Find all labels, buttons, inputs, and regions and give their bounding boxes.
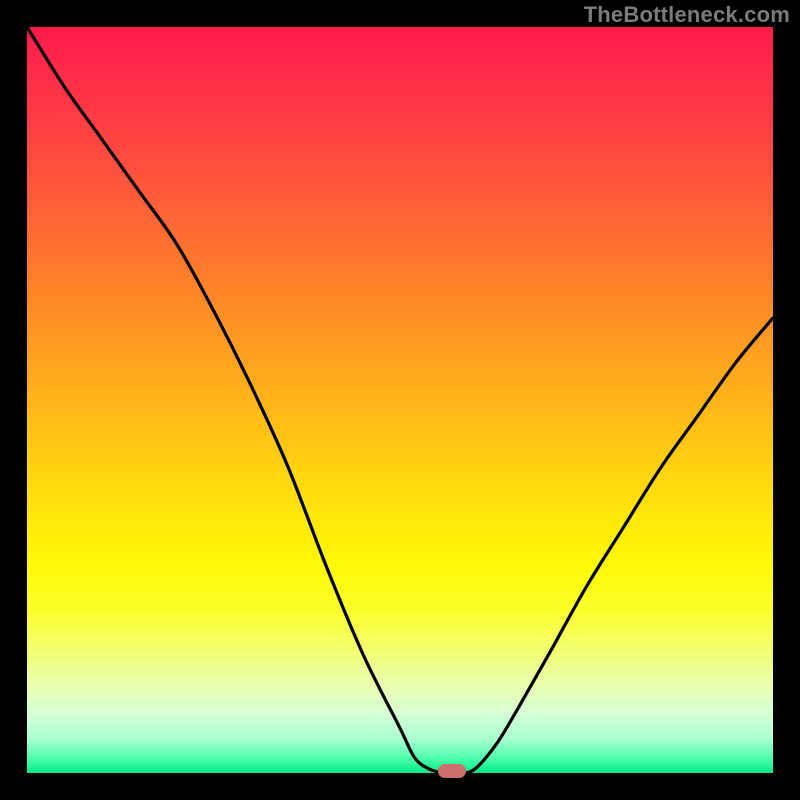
chart-frame: TheBottleneck.com [0, 0, 800, 800]
plot-area [27, 27, 773, 773]
watermark-text: TheBottleneck.com [584, 2, 790, 28]
minimum-marker [438, 764, 466, 778]
bottleneck-curve [27, 27, 773, 773]
